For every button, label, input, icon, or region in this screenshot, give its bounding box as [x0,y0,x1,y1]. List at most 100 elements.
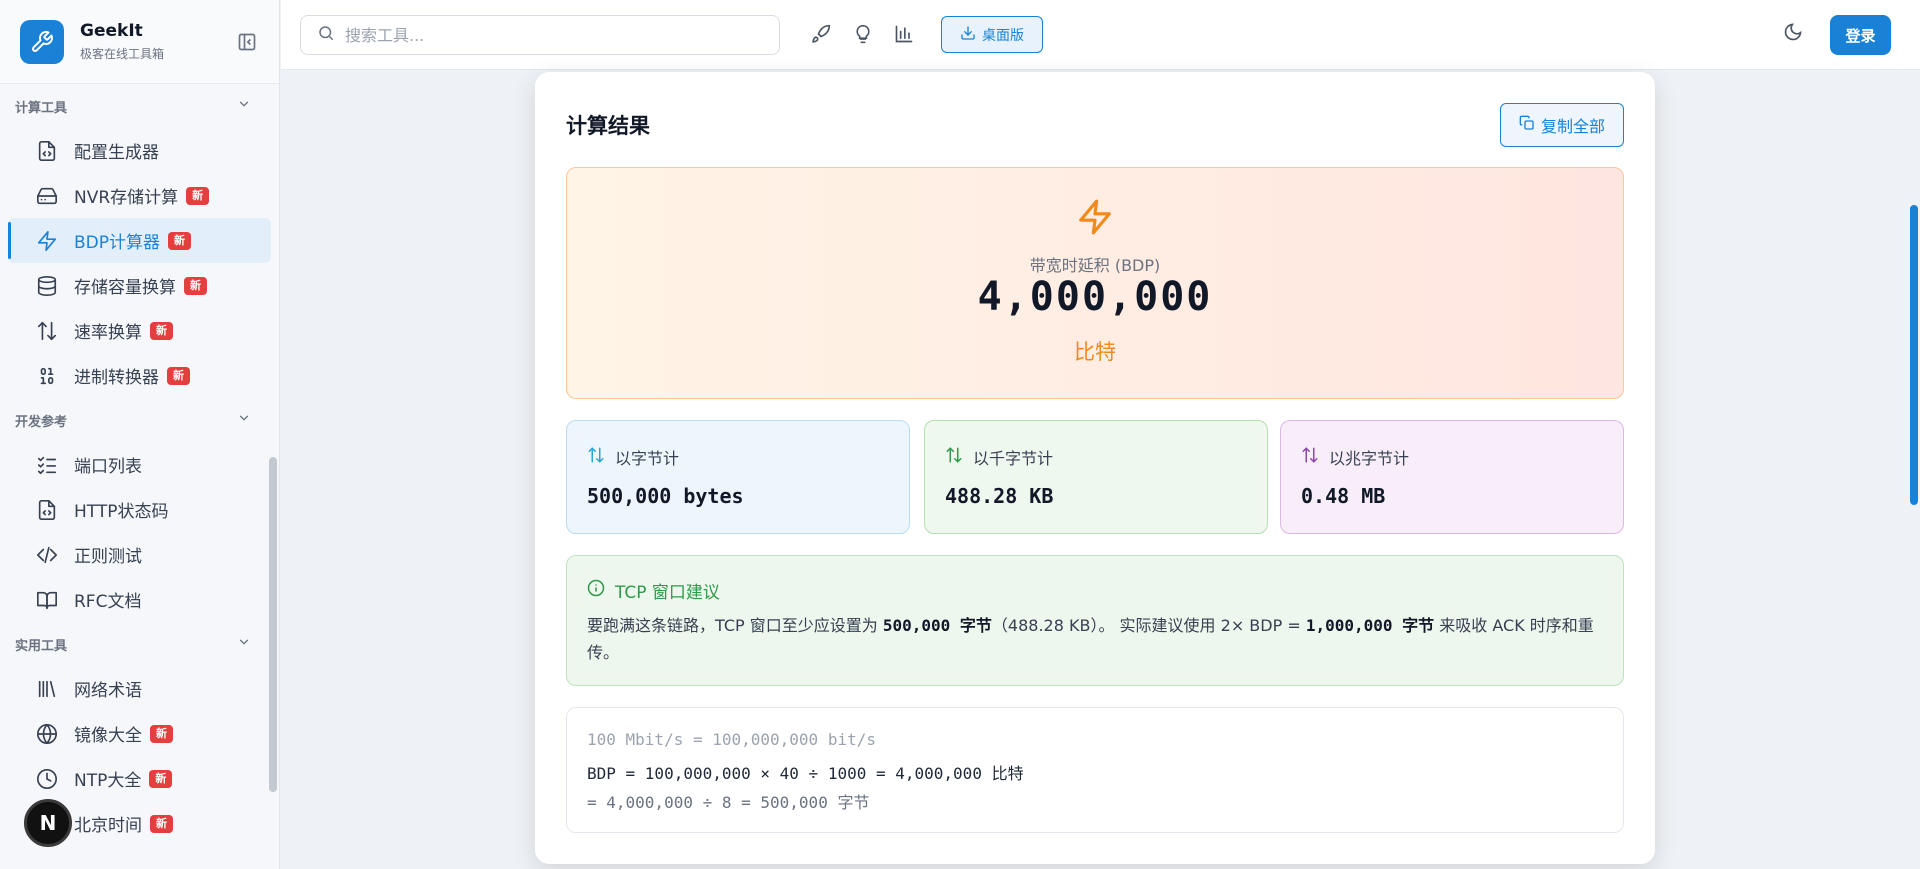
sidebar-item-label: 配置生成器 [74,143,159,163]
formula-line: 100 Mbit/s = 100,000,000 bit/s [587,730,876,749]
wrench-icon[interactable] [20,19,64,64]
sidebar-item[interactable]: 镜像大全新 [8,711,271,756]
brand: GeekIt 极客在线工具箱 [0,0,279,84]
clock-icon [34,766,60,792]
stat-label: 以字节计 [615,449,680,468]
sidebar-item-label: 镜像大全 [74,726,142,746]
list-checks-icon [34,452,60,478]
sidebar-group-title: 开发参考 [15,414,68,430]
copy-all-button[interactable]: 复制全部 [1500,103,1624,147]
search-box[interactable] [300,15,780,55]
stat-value: 500,000 bytes [587,484,744,508]
sidebar-item[interactable]: 速率换算新 [8,308,271,353]
arrow-up-down-icon [34,318,60,344]
sidebar-item-label: NVR存储计算 [74,188,179,208]
stat-megabytes: 以兆字节计 0.48 MB [1280,420,1624,534]
login-button[interactable]: 登录 [1830,15,1891,55]
page-scrollbar[interactable] [1910,205,1918,505]
book-open-icon [34,587,60,613]
sidebar-item-label: 速率换算 [74,323,142,343]
stat-value: 488.28 KB [945,484,1054,508]
advice-recommended-window: 1,000,000 字节 [1305,616,1435,635]
sidebar-collapse-icon[interactable] [235,30,259,54]
brand-subtitle: 极客在线工具箱 [80,47,165,61]
file-code-icon [34,138,60,164]
sidebar-item-label: 进制转换器 [74,368,159,388]
stat-value: 0.48 MB [1301,484,1386,508]
library-icon [34,676,60,702]
bdp-value: 4,000,000 [977,274,1213,320]
tcp-window-advice: TCP 窗口建议 要跑满这条链路，TCP 窗口至少应设置为 500,000 字节… [566,555,1624,686]
chevron-down-icon [237,635,251,653]
new-badge: 新 [167,366,190,385]
formula-line: BDP = 100,000,000 × 40 ÷ 1000 = 4,000,00… [587,764,1024,783]
sidebar-item-label: 正则测试 [74,547,142,567]
bdp-label: 带宽时延积 (BDP) [1029,256,1161,275]
advice-text-part: 要跑满这条链路，TCP 窗口至少应设置为 [587,616,883,635]
sidebar-item-label: BDP计算器 [74,233,161,253]
new-badge: 新 [149,769,173,788]
new-badge: 新 [184,276,207,295]
sidebar-nav: 计算工具 配置生成器 NVR存储计算新 BDP计算器新存储容量换算新速率换算新进制转换… [0,84,279,846]
sidebar-item[interactable]: RFC文档 [8,577,271,622]
formula-box: 100 Mbit/s = 100,000,000 bit/s BDP = 100… [566,707,1624,833]
stat-bytes: 以字节计 500,000 bytes [566,420,910,534]
sidebar-item[interactable]: HTTP状态码 [8,487,271,532]
sidebar-item[interactable]: NVR存储计算新 [8,173,271,218]
stat-kilobytes: 以千字节计 488.28 KB [924,420,1268,534]
stat-label: 以兆字节计 [1329,449,1410,468]
new-badge: 新 [150,724,173,743]
sidebar-group-header[interactable]: 开发参考 [0,398,279,442]
sidebar-group-title: 实用工具 [15,638,68,654]
sidebar-item[interactable]: NTP大全新 [8,756,271,801]
new-badge: 新 [168,231,192,250]
formula-line: = 4,000,000 ÷ 8 = 500,000 字节 [587,793,870,812]
sidebar-group-header[interactable]: 实用工具 [0,622,279,666]
sidebar-item-label: RFC文档 [74,592,142,612]
sidebar-group-header[interactable]: 计算工具 [0,84,279,128]
bdp-unit: 比特 [1074,340,1116,364]
bar-chart-icon[interactable] [892,22,916,46]
bdp-hero: 带宽时延积 (BDP) 4,000,000 比特 [566,167,1624,399]
search-input[interactable] [345,25,745,45]
sidebar-item[interactable]: BDP计算器新 [8,218,271,263]
search-icon [317,24,335,46]
download-icon [960,25,976,45]
stat-label: 以千字节计 [973,449,1054,468]
avatar[interactable]: N [24,799,72,847]
sidebar-group-title: 计算工具 [15,100,68,116]
sidebar-item-label: 北京时间 [74,816,142,836]
sidebar-item[interactable]: 网络术语 [8,666,271,711]
sidebar-item-label: 网络术语 [74,681,142,701]
sidebar: GeekIt 极客在线工具箱 计算工具 配置生成器 NVR存储计算新 BDP计算器新存… [0,0,280,869]
chevron-down-icon [237,97,251,115]
advice-title: TCP 窗口建议 [615,583,720,603]
brand-name: GeekIt [80,21,143,41]
new-badge: 新 [150,814,173,833]
advice-text: 要跑满这条链路，TCP 窗口至少应设置为 500,000 字节（488.28 K… [587,612,1603,666]
zap-icon [1076,198,1114,240]
sidebar-item[interactable]: 正则测试 [8,532,271,577]
advice-text-part: （488.28 KB）。 实际建议使用 2× BDP = [991,616,1306,635]
moon-icon[interactable] [1783,22,1807,46]
sidebar-item[interactable]: 进制转换器新 [8,353,271,398]
rocket-icon[interactable] [809,22,833,46]
sidebar-item[interactable]: 配置生成器 [8,128,271,173]
sidebar-item[interactable]: 存储容量换算新 [8,263,271,308]
new-badge: 新 [150,321,173,340]
file-code-icon [34,497,60,523]
database-icon [34,273,60,299]
advice-min-window: 500,000 字节 [882,616,992,635]
info-icon [587,579,605,602]
lightbulb-icon[interactable] [851,22,875,46]
sidebar-item-label: 端口列表 [74,457,142,477]
arrow-up-down-icon [945,446,963,468]
sidebar-item[interactable]: 端口列表 [8,442,271,487]
desktop-version-button[interactable]: 桌面版 [941,16,1043,53]
sidebar-item-label: 存储容量换算 [74,278,176,298]
sidebar-item-label: HTTP状态码 [74,502,169,522]
topbar: 桌面版 登录 [281,0,1920,70]
copy-all-label: 复制全部 [1540,117,1605,136]
sidebar-scrollbar[interactable] [269,457,277,792]
desktop-version-label: 桌面版 [982,27,1024,44]
